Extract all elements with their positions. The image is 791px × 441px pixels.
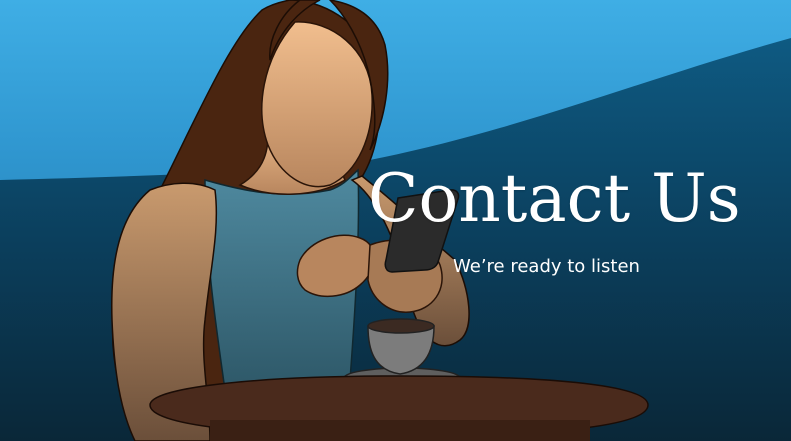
hero-banner: Contact Us We’re ready to listen (0, 0, 791, 441)
page-title: Contact Us (368, 160, 741, 237)
page-subtitle: We’re ready to listen (453, 256, 640, 277)
